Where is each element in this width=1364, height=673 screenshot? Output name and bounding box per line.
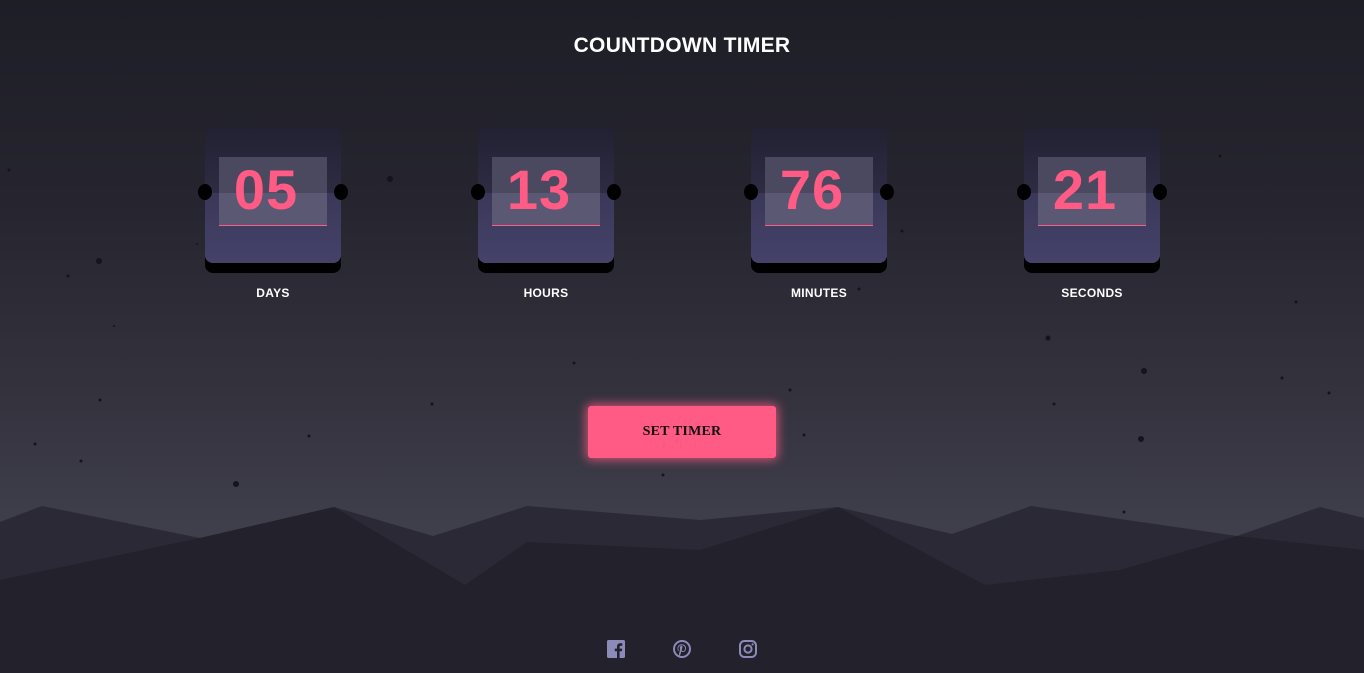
days-card: 05 xyxy=(198,127,348,273)
minutes-unit: 76 MINUTES xyxy=(744,127,894,307)
minutes-label: MINUTES xyxy=(790,286,848,300)
set-timer-button[interactable]: SET TIMER xyxy=(588,406,776,458)
social-links xyxy=(0,639,1364,659)
seconds-label: SECONDS xyxy=(1061,286,1123,300)
pinterest-icon[interactable] xyxy=(672,639,692,659)
days-label: DAYS xyxy=(256,286,290,300)
page-title: COUNTDOWN TIMER xyxy=(573,34,791,57)
hours-card: 13 xyxy=(471,127,621,273)
days-value: 05 xyxy=(233,157,299,221)
hours-unit: 13 HOURS xyxy=(471,127,621,307)
instagram-icon[interactable] xyxy=(738,639,758,659)
facebook-icon[interactable] xyxy=(606,639,626,659)
minutes-card: 76 xyxy=(744,127,894,273)
hours-label: HOURS xyxy=(523,286,569,300)
days-unit: 05 DAYS xyxy=(198,127,348,307)
seconds-card: 21 xyxy=(1017,127,1167,273)
hours-value: 13 xyxy=(506,157,572,221)
minutes-value: 76 xyxy=(779,157,845,221)
seconds-unit: 21 SECONDS xyxy=(1017,127,1167,307)
seconds-value: 21 xyxy=(1052,157,1118,221)
